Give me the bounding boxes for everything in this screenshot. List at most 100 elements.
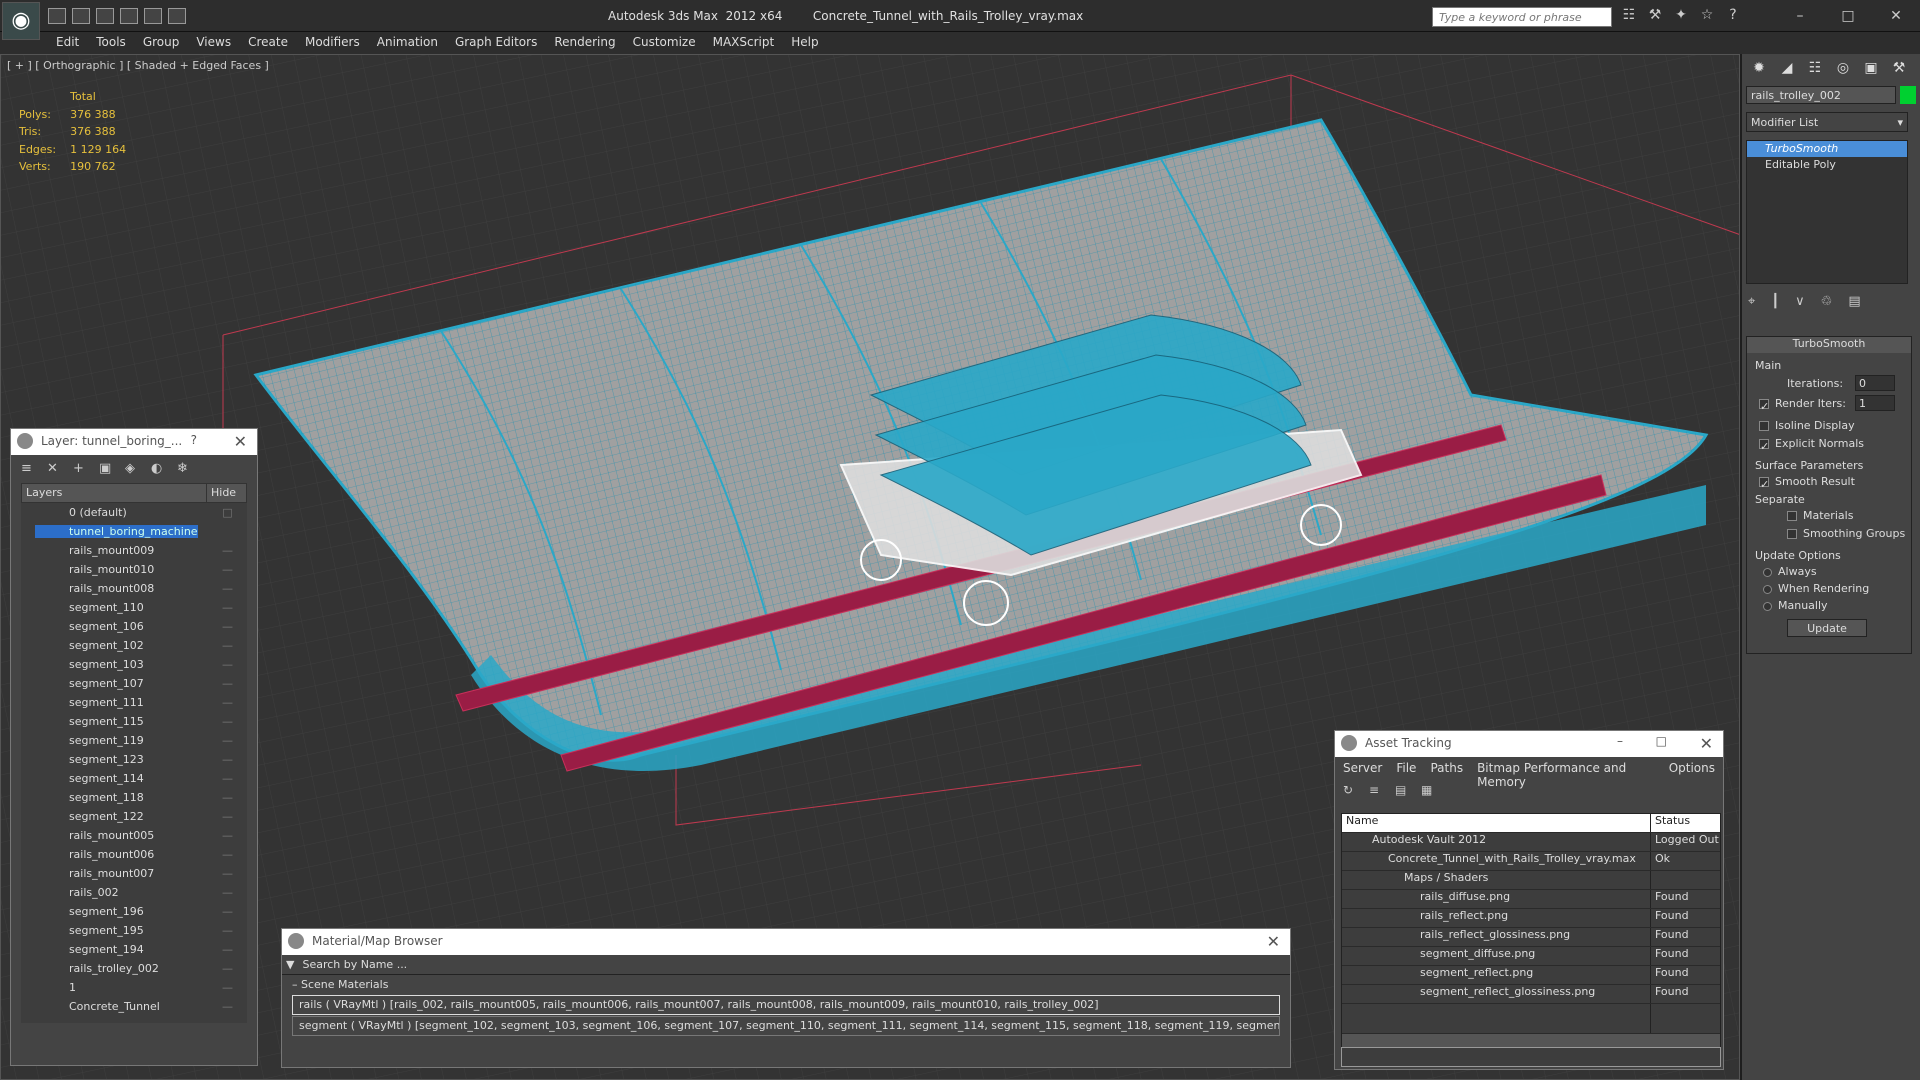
hide-toggle[interactable]: — [207,848,247,861]
layer-object-row[interactable]: Concrete_Tunnel — [21,997,247,1016]
minimize-icon[interactable]: – [1776,0,1824,32]
maximize-icon[interactable]: □ [1824,0,1872,32]
hide-toggle[interactable]: — [207,905,247,918]
highlight-layer-icon[interactable]: ◈ [125,461,141,477]
layer-object-row[interactable]: 1— [21,978,247,997]
menu-edit[interactable]: Edit [56,32,92,54]
object-color-swatch[interactable] [1900,86,1916,104]
layer-row-selected[interactable]: tunnel_boring_machine— [21,522,247,541]
display-tab-icon[interactable]: ▣ [1860,60,1882,78]
menu-modifiers[interactable]: Modifiers [305,32,373,54]
pin-stack-icon[interactable]: ⌖ [1748,294,1755,309]
object-name-field[interactable]: rails_trolley_002 [1746,86,1896,104]
layer-object-row[interactable]: segment_110 — [21,598,247,617]
menu-animation[interactable]: Animation [377,32,451,54]
close-icon[interactable]: ✕ [1872,0,1920,32]
hide-toggle[interactable]: — [207,582,247,595]
isoline-checkbox[interactable]: Isoline Display [1759,419,1855,432]
list-view-icon[interactable]: ≡ [1369,783,1387,799]
viewport-label[interactable]: [ + ] [ Orthographic ] [ Shaded + Edged … [7,59,269,72]
asset-path-field[interactable] [1341,1047,1721,1067]
layer-object-row[interactable]: segment_106 — [21,617,247,636]
layer-object-row[interactable]: segment_196 — [21,902,247,921]
menu-customize[interactable]: Customize [633,32,709,54]
material-row-rails[interactable]: rails ( VRayMtl ) [rails_002, rails_moun… [292,995,1280,1015]
smoothing-groups-checkbox[interactable]: Smoothing Groups [1787,527,1905,540]
communication-icon[interactable]: ✦ [1672,7,1690,25]
layer-object-row[interactable]: segment_119 — [21,731,247,750]
layer-object-row[interactable]: segment_115 — [21,712,247,731]
hide-toggle[interactable]: — [207,658,247,671]
asset-row[interactable]: segment_reflect.png Found [1342,966,1720,985]
asset-row[interactable]: Maps / Shaders [1342,871,1720,890]
hide-toggle[interactable]: — [207,1000,247,1013]
layer-row-default[interactable]: 0 (default) □ [21,503,247,522]
render-iters-spinner[interactable]: 1 [1855,395,1895,411]
freeze-all-icon[interactable]: ❄ [177,461,193,477]
col-status[interactable]: Status [1650,814,1720,832]
redo-icon[interactable] [120,8,138,24]
maximize-icon[interactable]: □ [1656,734,1667,748]
modifier-list-dropdown[interactable]: Modifier List ▾ [1746,112,1908,132]
hide-toggle[interactable]: — [207,734,247,747]
app-logo-icon[interactable]: ◉ [2,2,40,40]
menu-paths[interactable]: Paths [1430,761,1463,775]
render-iters-checkbox[interactable]: ✓ Render Iters: [1759,397,1846,413]
hierarchy-tab-icon[interactable]: ☷ [1804,60,1826,78]
fetch-icon[interactable] [168,8,186,24]
layer-object-row[interactable]: segment_194 — [21,940,247,959]
layer-object-row[interactable]: rails_mount009 — [21,541,247,560]
layer-object-row[interactable]: segment_195 — [21,921,247,940]
save-file-icon[interactable] [72,8,90,24]
hide-toggle[interactable]: — [207,753,247,766]
create-tab-icon[interactable]: ✹ [1748,60,1770,78]
manually-radio[interactable]: Manually [1763,599,1828,612]
scene-materials-group[interactable]: – Scene Materials [282,975,1290,994]
hide-toggle[interactable]: — [207,829,247,842]
hide-toggle[interactable]: — [207,563,247,576]
rollout-title[interactable]: TurboSmooth [1747,337,1911,353]
configure-sets-icon[interactable]: ▤ [1848,294,1860,309]
material-browser-title[interactable]: Material/Map Browser ✕ [282,929,1290,955]
help-icon[interactable]: ? [1724,7,1742,25]
detail-view-icon[interactable]: ▤ [1395,783,1413,799]
table-view-icon[interactable]: ▦ [1421,783,1439,799]
layer-object-row[interactable]: rails_mount006 — [21,845,247,864]
hide-toggle[interactable]: — [207,943,247,956]
modify-tab-icon[interactable]: ◢ [1776,60,1798,78]
menu-group[interactable]: Group [143,32,193,54]
layer-object-row[interactable]: segment_111 — [21,693,247,712]
asset-row[interactable]: segment_diffuse.png Found [1342,947,1720,966]
help-icon[interactable]: ? [191,433,197,447]
asset-tracking-title[interactable]: Asset Tracking – □ ✕ [1335,731,1723,757]
asset-row[interactable]: rails_reflect.png Found [1342,909,1720,928]
stack-item-editable-poly[interactable]: Editable Poly [1747,157,1907,173]
asset-row[interactable]: Autodesk Vault 2012 Logged Out [1342,833,1720,852]
hide-all-icon[interactable]: ◐ [151,461,167,477]
binoculars-icon[interactable]: ☷ [1620,7,1638,25]
motion-tab-icon[interactable]: ◎ [1832,60,1854,78]
hide-toggle[interactable]: — [207,981,247,994]
explicit-normals-checkbox[interactable]: ✓ Explicit Normals [1759,437,1864,453]
refresh-icon[interactable]: ↻ [1343,783,1361,799]
layer-object-row[interactable]: rails_trolley_002 — [21,959,247,978]
hide-toggle[interactable]: — [207,620,247,633]
layer-object-row[interactable]: rails_mount010 — [21,560,247,579]
col-hide[interactable]: Hide [206,484,246,502]
materials-checkbox[interactable]: Materials [1787,509,1853,522]
hide-toggle[interactable]: — [207,962,247,975]
make-unique-icon[interactable]: ∨ [1795,294,1805,309]
update-button[interactable]: Update [1787,619,1867,637]
select-in-layer-icon[interactable]: ▣ [99,461,115,477]
close-icon[interactable]: ✕ [1700,734,1713,753]
always-radio[interactable]: Always [1763,565,1817,578]
hide-toggle[interactable]: — [207,886,247,899]
options-arrow-icon[interactable]: ▼ [286,958,294,971]
close-icon[interactable]: ✕ [1267,932,1280,951]
stack-item-turbosmooth[interactable]: TurboSmooth [1747,141,1907,157]
hide-toggle[interactable]: □ [207,506,247,519]
tools-icon[interactable]: ⚒ [1646,7,1664,25]
menu-maxscript[interactable]: MAXScript [713,32,788,54]
layer-object-row[interactable]: rails_mount007 — [21,864,247,883]
layer-object-row[interactable]: rails_002 — [21,883,247,902]
